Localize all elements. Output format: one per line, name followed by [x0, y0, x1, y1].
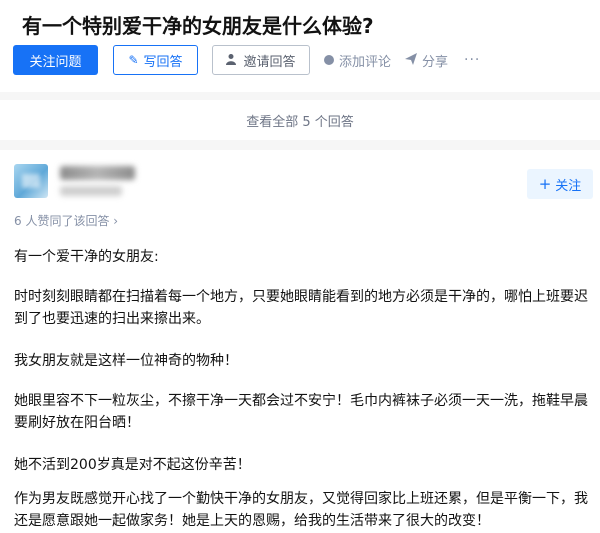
question-actions: 关注问题 ✎ 写回答 邀请回答 添加评论 分享 ···: [13, 45, 480, 75]
invite-answer-label: 邀请回答: [243, 54, 296, 70]
follow-author-button[interactable]: + 关注: [527, 169, 593, 199]
share-button[interactable]: 分享: [405, 51, 448, 70]
question-header: 有一个特别爱干净的女朋友是什么体验? 关注问题 ✎ 写回答 邀请回答 添加评论 …: [0, 0, 600, 92]
answer-paragraph: 作为男友既感觉开心找了一个勤快干净的女朋友，又觉得回家比上班还累，但是平衡一下，…: [14, 491, 588, 529]
follow-question-button[interactable]: 关注问题: [13, 45, 98, 75]
avatar[interactable]: [14, 164, 48, 198]
answer-paragraph: 有一个爱干净的女朋友:: [14, 249, 159, 265]
answer-paragraph: 我女朋友就是这样一位神奇的物种！: [14, 353, 238, 369]
plus-icon: +: [538, 175, 552, 193]
add-comment-label: 添加评论: [339, 54, 392, 70]
add-comment-button[interactable]: 添加评论: [324, 51, 391, 70]
write-answer-button[interactable]: ✎ 写回答: [113, 45, 198, 75]
answer-paragraph: 她眼里容不下一粒灰尘，不擦干净一天都会过不安宁！毛巾内裤袜子必须一天一洗，拖鞋早…: [14, 393, 588, 431]
answer-paragraph: 她不活到200岁真是对不起这份辛苦！: [14, 457, 251, 473]
comment-icon: [324, 55, 334, 65]
answer-card: + 关注 6 人赞同了该回答 › 有一个爱干净的女朋友: 时时刻刻眼睛都在扫描着…: [0, 150, 600, 533]
write-answer-label: 写回答: [143, 54, 183, 70]
question-title: 有一个特别爱干净的女朋友是什么体验?: [22, 14, 374, 38]
author-bio-blurred: [60, 186, 122, 196]
author-name-blurred: [60, 166, 135, 180]
view-all-answers-link[interactable]: 查看全部 5 个回答: [0, 100, 600, 140]
invite-answer-button[interactable]: 邀请回答: [212, 45, 310, 75]
more-options-button[interactable]: ···: [464, 52, 480, 68]
share-icon: [405, 52, 418, 68]
share-label: 分享: [422, 54, 449, 70]
pencil-icon: ✎: [128, 53, 139, 67]
answer-paragraph: 时时刻刻眼睛都在扫描着每一个地方，只要她眼睛能看到的地方必须是干净的，哪怕上班要…: [14, 289, 588, 327]
follow-author-label: 关注: [555, 178, 582, 194]
upvote-count[interactable]: 6 人赞同了该回答 ›: [14, 212, 118, 229]
person-add-icon: [226, 53, 238, 68]
